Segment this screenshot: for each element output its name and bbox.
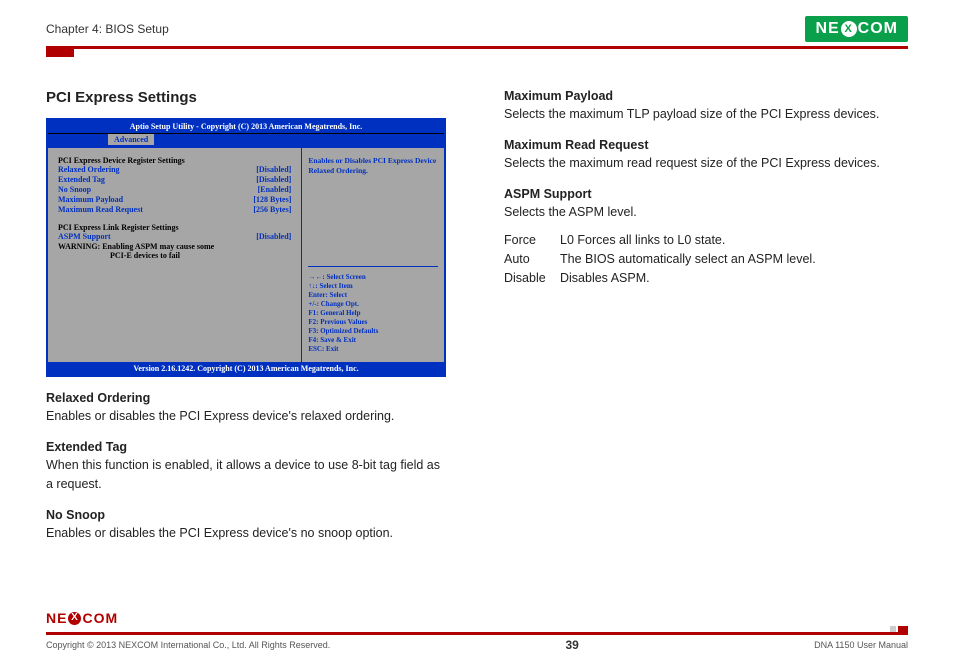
footer: NE X COM Copyright © 2013 NEXCOM Interna… (46, 632, 908, 652)
header-rule (46, 46, 908, 49)
footer-rule (46, 632, 908, 635)
bios-bottom-bar: Version 2.16.1242. Copyright (C) 2013 Am… (48, 362, 444, 375)
bios-right-panel: Enables or Disables PCI Express Device R… (302, 148, 444, 362)
bios-row-value: [Disabled] (256, 165, 291, 174)
para-body: Enables or disables the PCI Express devi… (46, 407, 450, 426)
bios-tab-advanced: Advanced (108, 134, 154, 145)
para-title: Extended Tag (46, 440, 450, 454)
aspm-table: ForceL0 Forces all links to L0 state. Au… (504, 231, 908, 287)
aspm-row-label: Force (504, 231, 560, 250)
bios-aspm-label: ASPM Support (58, 232, 111, 241)
section-title: PCI Express Settings (46, 89, 450, 106)
bios-help-line: ESC: Exit (308, 345, 438, 354)
aspm-row-desc: Disables ASPM. (560, 269, 650, 288)
bios-row-label: Maximum Read Request (58, 205, 143, 214)
aspm-row-label: Disable (504, 269, 560, 288)
bios-row-label: Extended Tag (58, 175, 105, 184)
para-title: Maximum Read Request (504, 138, 908, 152)
bios-row-label: Relaxed Ordering (58, 165, 120, 174)
bios-row-label: No Snoop (58, 185, 91, 194)
bios-key-help: →←: Select Screen ↑↓: Select Item Enter:… (308, 266, 438, 355)
bios-warning1: WARNING: Enabling ASPM may cause some (58, 242, 291, 251)
left-column: PCI Express Settings Aptio Setup Utility… (46, 89, 450, 544)
logo-right: COM (858, 20, 898, 38)
bios-device-header: PCI Express Device Register Settings (58, 156, 291, 165)
bios-row-label: Maximum Payload (58, 195, 123, 204)
para-body: When this function is enabled, it allows… (46, 456, 450, 494)
aspm-row-label: Auto (504, 250, 560, 269)
footer-doc: DNA 1150 User Manual (814, 640, 908, 650)
header: Chapter 4: BIOS Setup NE X COM (46, 16, 908, 42)
bios-help-line: F3: Optimized Defaults (308, 327, 438, 336)
bios-help-line: F1: General Help (308, 309, 438, 318)
footer-logo: NE X COM (46, 610, 118, 626)
para-title: Maximum Payload (504, 89, 908, 103)
bios-warning2: PCI-E devices to fail (58, 251, 291, 260)
page-number: 39 (566, 638, 579, 652)
bios-row-value: [Enabled] (258, 185, 292, 194)
bios-help-line: Enter: Select (308, 291, 438, 300)
para-title: ASPM Support (504, 187, 908, 201)
bios-aspm-value: [Disabled] (256, 232, 291, 241)
bios-row-value: [Disabled] (256, 175, 291, 184)
bios-link-header: PCI Express Link Register Settings (58, 223, 291, 232)
right-column: Maximum Payload Selects the maximum TLP … (504, 89, 908, 544)
para-body: Selects the ASPM level. (504, 203, 908, 222)
logo-x-icon: X (841, 21, 857, 37)
bios-top-bar: Aptio Setup Utility - Copyright (C) 2013… (48, 120, 444, 134)
bios-row-value: [256 Bytes] (253, 205, 291, 214)
logo-left: NE (815, 20, 839, 38)
para-title: No Snoop (46, 508, 450, 522)
bios-row-value: [128 Bytes] (253, 195, 291, 204)
brand-logo: NE X COM (805, 16, 908, 42)
bios-help-line: F2: Previous Values (308, 318, 438, 327)
aspm-row-desc: The BIOS automatically select an ASPM le… (560, 250, 816, 269)
bios-help-desc: Enables or Disables PCI Express Device R… (308, 156, 438, 176)
para-body: Selects the maximum read request size of… (504, 154, 908, 173)
para-body: Selects the maximum TLP payload size of … (504, 105, 908, 124)
bios-help-line: →←: Select Screen (308, 273, 438, 282)
bios-help-line: F4: Save & Exit (308, 336, 438, 345)
footer-copyright: Copyright © 2013 NEXCOM International Co… (46, 640, 330, 650)
para-title: Relaxed Ordering (46, 391, 450, 405)
bios-help-line: ↑↓: Select Item (308, 282, 438, 291)
bios-left-panel: PCI Express Device Register Settings Rel… (48, 148, 302, 362)
aspm-row-desc: L0 Forces all links to L0 state. (560, 231, 725, 250)
para-body: Enables or disables the PCI Express devi… (46, 524, 450, 543)
bios-tabs: Advanced (48, 134, 444, 148)
chapter-title: Chapter 4: BIOS Setup (46, 22, 169, 36)
bios-screenshot: Aptio Setup Utility - Copyright (C) 2013… (46, 118, 446, 377)
bios-help-line: +/-: Change Opt. (308, 300, 438, 309)
